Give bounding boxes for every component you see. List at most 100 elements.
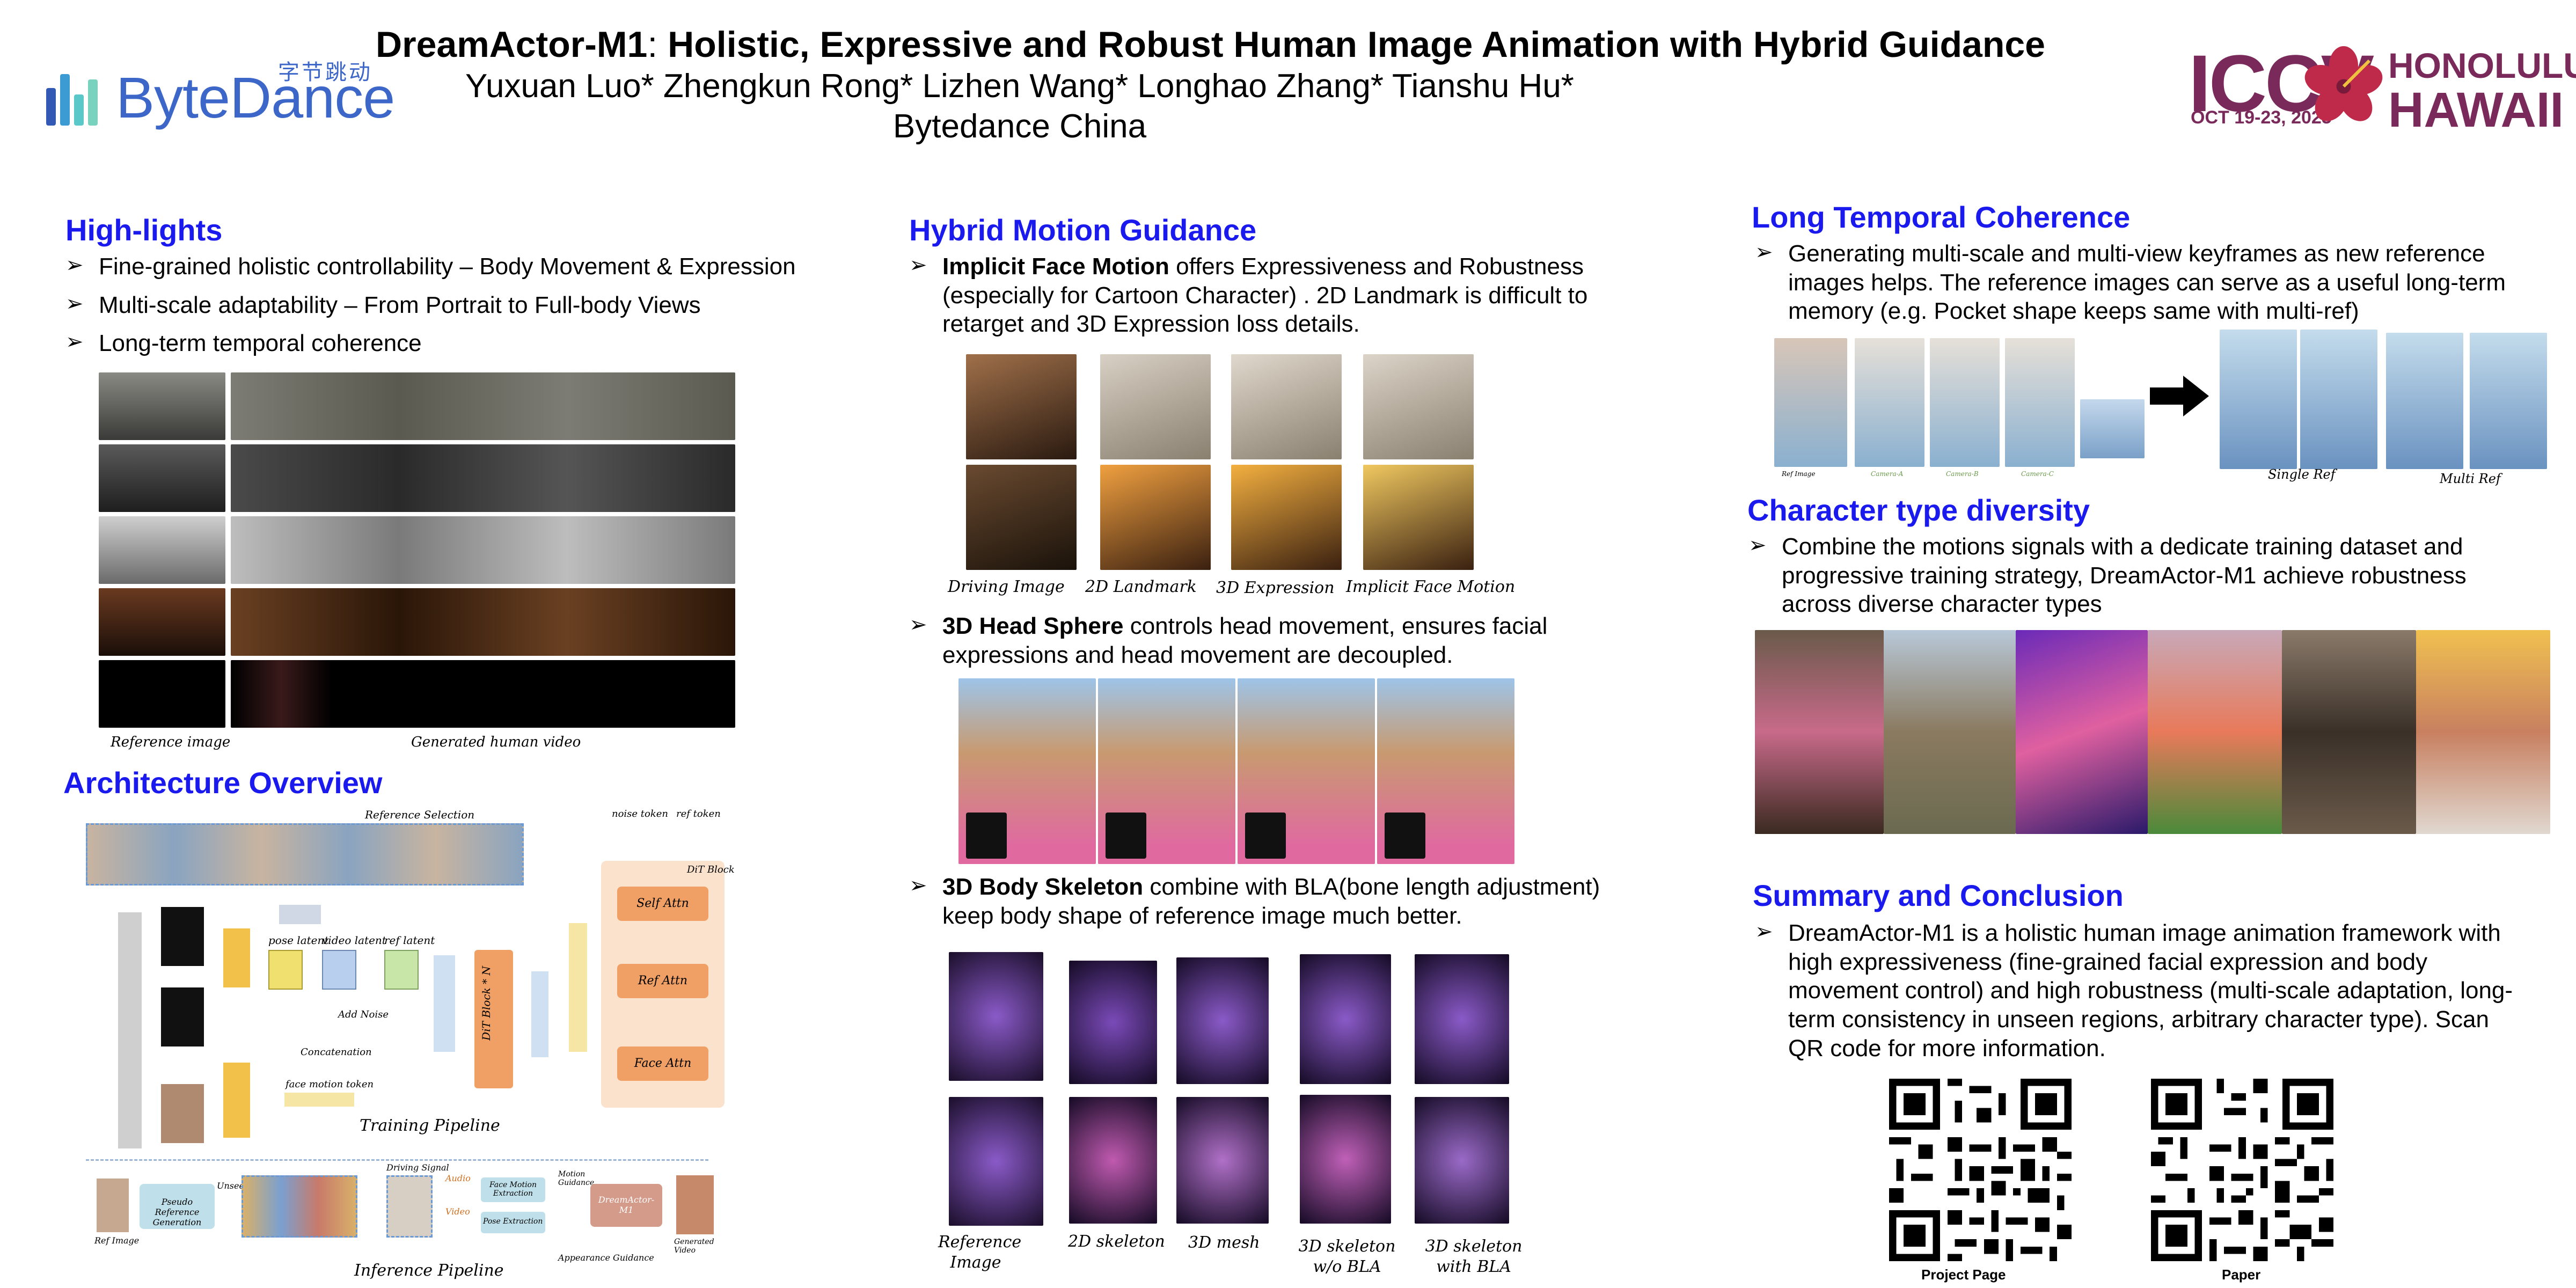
body-ref-2 bbox=[949, 1097, 1043, 1226]
body-caption-1: Reference Image bbox=[938, 1233, 1022, 1272]
expression-image-1 bbox=[1231, 354, 1342, 459]
diversity-image-6 bbox=[2416, 630, 2550, 834]
hybrid-p3-bold: 3D Body Skeleton bbox=[942, 874, 1144, 900]
lt-single-ref-2 bbox=[2300, 330, 2377, 469]
body-caption-5: 3D skeleton with BLA bbox=[1425, 1237, 1523, 1276]
body-2d-2 bbox=[1069, 1097, 1157, 1224]
bytedance-logo-cn: 字节跳动 bbox=[278, 61, 372, 84]
head-sphere-image-strip bbox=[958, 678, 1517, 864]
hybrid-item-body-skeleton: 3D Body Skeleton combine with BLA(bone l… bbox=[909, 873, 1639, 930]
arch-driving-signal: Driving Signal bbox=[386, 1162, 449, 1173]
arch-face-token-bar bbox=[284, 1093, 354, 1107]
face-caption-3: 3D Expression bbox=[1216, 579, 1335, 597]
arch-face-attn-label: Face Attn bbox=[634, 1057, 692, 1070]
summary-item: DreamActor-M1 is a holistic human image … bbox=[1755, 919, 2517, 1063]
body-ref-1 bbox=[949, 952, 1043, 1081]
qr-paper-icon bbox=[2151, 1079, 2333, 1261]
arch-encoder-box bbox=[279, 905, 321, 924]
diversity-list: Combine the motions signals with a dedic… bbox=[1748, 532, 2511, 619]
sphere-overlay-1 bbox=[966, 813, 1007, 859]
highlights-list: Fine-grained holistic controllability – … bbox=[65, 252, 844, 358]
long-temporal-item: Generating multi-scale and multi-view ke… bbox=[1755, 239, 2517, 326]
arch-video-latent: video latent bbox=[322, 934, 386, 947]
body-nobla-2 bbox=[1300, 1095, 1391, 1224]
body-bla-1 bbox=[1415, 954, 1509, 1084]
arch-unseen-views-frames bbox=[241, 1175, 357, 1238]
arch-output-token-column bbox=[531, 971, 548, 1057]
driving-image-1 bbox=[966, 354, 1077, 459]
lt-multi-ref-1 bbox=[2386, 333, 2463, 469]
hybrid-list-2: 3D Head Sphere controls head movement, e… bbox=[909, 612, 1639, 669]
long-temporal-heading: Long Temporal Coherence bbox=[1752, 200, 2131, 234]
arch-noise-token-column bbox=[434, 955, 455, 1052]
arch-divider bbox=[86, 1159, 708, 1161]
body-bla-2 bbox=[1415, 1097, 1509, 1224]
arch-reference-frames bbox=[86, 823, 524, 885]
generated-row-5 bbox=[231, 660, 735, 728]
expression-image-2 bbox=[1231, 465, 1342, 570]
arch-noise-token: noise token bbox=[612, 808, 669, 819]
ref-image-2 bbox=[99, 444, 225, 512]
arch-input-stack bbox=[118, 912, 142, 1148]
arch-self-attn: Self Attn bbox=[617, 887, 708, 921]
diversity-heading: Character type diversity bbox=[1747, 493, 2090, 527]
arch-inference-ref-image bbox=[97, 1179, 129, 1232]
architecture-heading: Architecture Overview bbox=[63, 766, 383, 800]
body-mesh-2 bbox=[1176, 1097, 1269, 1224]
arch-pseudo-ref-label: Pseudo Reference Generation bbox=[152, 1197, 202, 1227]
summary-list: DreamActor-M1 is a holistic human image … bbox=[1755, 919, 2517, 1063]
lt-multi-ref-label: Multi Ref bbox=[2440, 471, 2501, 486]
arch-generated-video-label: Generated Video bbox=[674, 1238, 714, 1255]
arch-ref-token: ref token bbox=[676, 808, 721, 819]
highlights-item: Long-term temporal coherence bbox=[65, 329, 844, 358]
arch-appearance-guidance: Appearance Guidance bbox=[558, 1253, 654, 1263]
lt-single-ref-label: Single Ref bbox=[2268, 467, 2336, 482]
landmark-image-2 bbox=[1100, 465, 1211, 570]
summary-heading: Summary and Conclusion bbox=[1753, 879, 2124, 912]
generated-row-1 bbox=[231, 372, 735, 440]
qr-code-project-page[interactable] bbox=[1889, 1079, 2072, 1261]
arch-pose-encoder bbox=[223, 928, 250, 987]
long-temporal-list: Generating multi-scale and multi-view ke… bbox=[1755, 239, 2517, 326]
arch-face-motion-extraction: Face Motion Extraction bbox=[489, 1181, 537, 1198]
caption-reference-image: Reference image bbox=[111, 734, 231, 750]
qr-code-paper[interactable] bbox=[2151, 1079, 2333, 1261]
lt-caption-ref: Ref Image bbox=[1782, 470, 1816, 478]
arch-pose-latent-cube bbox=[268, 950, 303, 990]
arch-face-motion-token: face motion token bbox=[286, 1079, 374, 1090]
arch-pose-latent: pose latent bbox=[268, 934, 329, 947]
body-nobla-1 bbox=[1300, 954, 1391, 1084]
title-bold: DreamActor-M1 bbox=[376, 24, 648, 65]
hybrid-p2-bold: 3D Head Sphere bbox=[942, 613, 1124, 639]
face-caption-2: 2D Landmark bbox=[1085, 577, 1197, 596]
diversity-image-2 bbox=[1884, 630, 2016, 834]
iccv-place-2: HAWAII bbox=[2388, 82, 2564, 137]
arch-pose-extraction: Pose Extraction bbox=[483, 1217, 543, 1226]
iccv-place-1: HONOLULU bbox=[2388, 46, 2576, 85]
lt-pocket-crop bbox=[2080, 399, 2145, 458]
affiliation: Bytedance China bbox=[892, 107, 1147, 145]
driving-image-2 bbox=[966, 465, 1077, 570]
generated-row-4 bbox=[231, 588, 735, 656]
hibiscus-icon bbox=[2304, 46, 2383, 121]
arch-add-noise: Add Noise bbox=[338, 1009, 389, 1020]
diversity-image-1 bbox=[1755, 630, 1884, 834]
hybrid-list-1: Implicit Face Motion offers Expressivene… bbox=[909, 252, 1639, 339]
face-motion-image-grid bbox=[966, 354, 1476, 574]
lt-ref-image bbox=[1774, 338, 1847, 467]
arch-driving-frames bbox=[386, 1175, 433, 1238]
arch-ref-latent-cube bbox=[384, 950, 419, 990]
arch-ref-attn-label: Ref Attn bbox=[638, 974, 688, 987]
face-caption-4: Implicit Face Motion bbox=[1346, 577, 1516, 596]
qr-label-project-page: Project Page bbox=[1921, 1267, 2006, 1283]
landmark-image-1 bbox=[1100, 354, 1211, 459]
highlights-item: Multi-scale adaptability – From Portrait… bbox=[65, 291, 844, 320]
hybrid-item-head-sphere: 3D Head Sphere controls head movement, e… bbox=[909, 612, 1639, 669]
qr-label-paper: Paper bbox=[2222, 1267, 2261, 1283]
authors: Yuxuan Luo* Zhengkun Rong* Lizhen Wang* … bbox=[465, 68, 1574, 105]
implicit-image-2 bbox=[1363, 465, 1474, 570]
arch-generated-video bbox=[676, 1175, 714, 1234]
architecture-diagram: Reference Selection pose latent video la… bbox=[86, 805, 751, 1288]
body-mesh-1 bbox=[1176, 957, 1269, 1084]
arch-audio-label: Audio bbox=[445, 1173, 471, 1183]
